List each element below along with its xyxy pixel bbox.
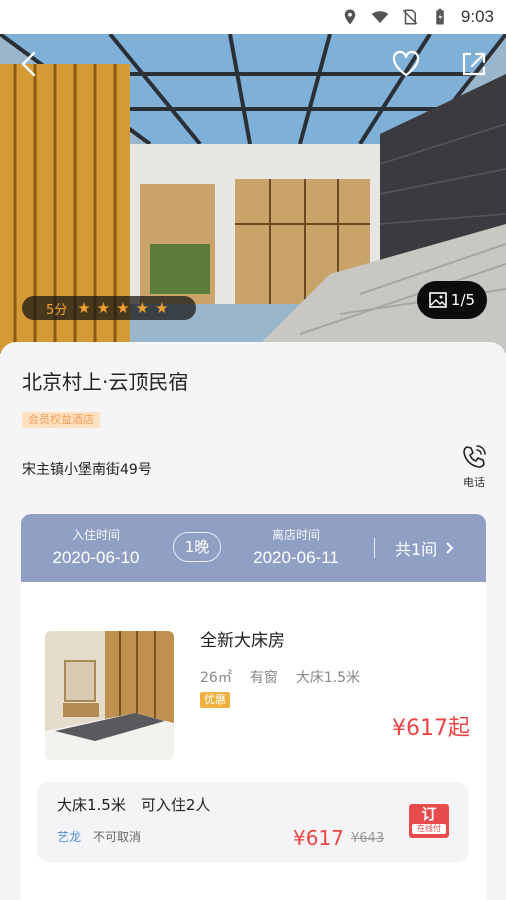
star-icon: ★ [96,298,111,317]
original-price: ¥643 [351,831,385,846]
favorite-heart-icon[interactable] [390,48,422,80]
book-label: 订 [421,805,437,823]
checkout-date[interactable]: 离店时间 2020-06-11 [246,526,346,568]
star-icon: ★ [155,298,169,317]
status-bar: 9:03 [0,0,506,34]
wifi-icon [371,11,389,23]
room-name[interactable]: 全新大床房 [200,626,285,651]
photo-counter: 1/5 [450,291,476,309]
no-sim-icon [402,9,418,25]
back-icon[interactable] [14,48,46,80]
divider [374,538,375,558]
checkin-label: 入住时间 [71,528,120,542]
star-icon: ★ [116,298,130,317]
star-icon: ★ [77,298,91,317]
photo-gallery-button[interactable]: 1/5 [417,281,487,319]
room-bed: 大床1.5米 [295,670,361,686]
checkin-value: 2020-06-10 [52,548,140,567]
rate-title: 大床1.5米 可入住2人 [57,796,211,814]
checkout-value: 2020-06-11 [253,548,339,567]
cancel-policy: 不可取消 [93,830,142,844]
nights-count: 1晚 [173,532,221,562]
phone-label: 电话 [463,476,485,489]
room-size: 26㎡ [200,670,232,686]
room-window: 有窗 [249,670,278,686]
hotel-address[interactable]: 宋主镇小堡南街49号 [22,459,152,479]
room-count-selector[interactable]: 共1间 [395,536,455,560]
checkin-date[interactable]: 入住时间 2020-06-10 [46,526,146,568]
share-icon[interactable] [458,48,490,80]
image-icon [429,292,447,308]
phone-icon [463,445,486,468]
room-price-from: ¥617起 [392,716,470,741]
member-badge: 会员权益酒店 [22,412,100,428]
checkout-label: 离店时间 [271,528,320,542]
hotel-name: 北京村上·云顶民宿 [22,370,189,394]
rate-source: 艺龙 [57,830,82,844]
room-count-label: 共1间 [395,540,438,559]
phone-button[interactable]: 电话 [458,444,490,490]
online-pay-label: 在线付 [412,824,446,834]
battery-icon [436,8,444,25]
room-photo[interactable] [45,631,174,760]
room-tags: 26㎡ 有窗 大床1.5米 [200,667,360,687]
book-button[interactable]: 订 在线付 [409,804,449,838]
location-icon [344,9,356,25]
star-icon: ★ [135,298,150,317]
rate-plan[interactable]: 大床1.5米 可入住2人 艺龙 不可取消 ¥617 ¥643 订 在线付 [37,782,469,862]
rating-badge: 5分 ★ ★ ★ ★ ★ [22,296,196,320]
clock: 9:03 [460,7,494,26]
rate-price: ¥617 [293,826,344,850]
room-list: 全新大床房 26㎡ 有窗 大床1.5米 优惠 ¥617起 大床1.5米 可入住2… [21,582,486,900]
discount-badge: 优惠 [200,692,230,708]
rating-score: 5分 [46,302,68,318]
date-selector[interactable]: 入住时间 2020-06-10 1晚 离店时间 2020-06-11 共1间 [21,514,486,582]
chevron-right-icon [446,542,454,554]
